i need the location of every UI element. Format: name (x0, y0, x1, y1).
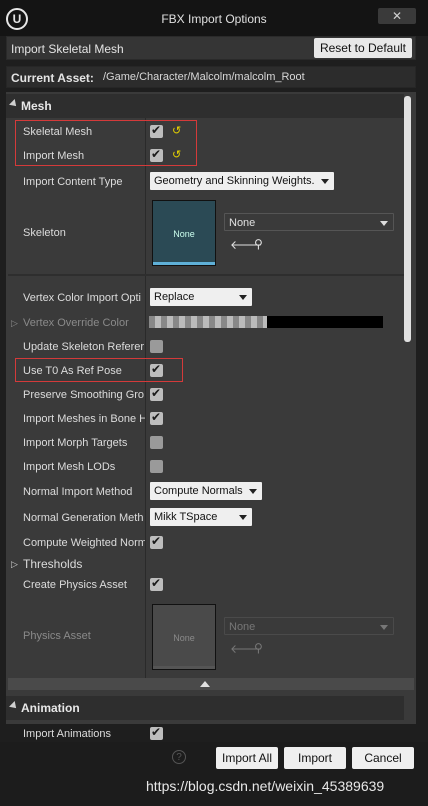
use-t0-checkbox[interactable] (150, 362, 163, 377)
skeletal-mesh-label: Skeletal Mesh (23, 126, 93, 138)
expand-arrow-icon[interactable]: ▷ (11, 559, 18, 570)
chevron-down-icon (239, 515, 247, 520)
import-mesh-label: Import Mesh (23, 150, 85, 162)
collapse-arrow-icon (9, 99, 19, 109)
reset-arrow-icon[interactable]: ↺ (172, 148, 181, 161)
window-title: FBX Import Options (161, 12, 267, 26)
import-meshes-bone-label: Import Meshes in Bone H (23, 413, 145, 425)
import-meshes-bone-checkbox[interactable] (150, 410, 163, 425)
current-asset-bar: Current Asset: /Game/Character/Malcolm/m… (6, 66, 416, 88)
import-mesh-checkbox[interactable] (150, 147, 163, 162)
import-animations-label: Import Animations (23, 728, 112, 740)
import-lods-label: Import Mesh LODs (23, 461, 116, 473)
current-asset-label: Current Asset: (11, 71, 94, 85)
reset-arrow-icon[interactable]: ↺ (172, 124, 181, 137)
chevron-down-icon (239, 295, 247, 300)
skeleton-thumbnail[interactable]: None (152, 200, 216, 266)
normal-import-value: Compute Normals (154, 485, 243, 497)
import-content-type-value: Geometry and Skinning Weights. (154, 175, 315, 187)
import-animations-checkbox[interactable] (150, 725, 163, 740)
help-icon[interactable]: ? (172, 750, 186, 764)
expand-up-icon (200, 681, 210, 687)
close-button[interactable]: ✕ (378, 8, 416, 24)
create-physics-checkbox[interactable] (150, 576, 163, 591)
group-divider (8, 274, 404, 276)
skeleton-label: Skeleton (23, 227, 66, 239)
vertex-color-import-label: Vertex Color Import Opti (23, 292, 141, 304)
import-content-type-label: Import Content Type (23, 176, 123, 188)
vertex-override-color-label: Vertex Override Color (23, 317, 129, 329)
chevron-down-icon (321, 179, 329, 184)
physics-asset-picker: None (224, 617, 394, 635)
skeleton-asset-value: None (229, 217, 256, 229)
section-mesh[interactable]: Mesh (6, 94, 404, 118)
compute-weighted-label: Compute Weighted Norm (23, 537, 145, 549)
skeletal-mesh-checkbox[interactable] (150, 123, 163, 138)
import-content-type-dropdown[interactable]: Geometry and Skinning Weights. (150, 172, 334, 190)
import-all-button[interactable]: Import All (216, 747, 278, 769)
skeleton-asset-picker[interactable]: None (224, 213, 394, 231)
color-swatch-alpha[interactable] (149, 316, 267, 328)
cancel-button[interactable]: Cancel (352, 747, 414, 769)
watermark-text: https://blog.csdn.net/weixin_45389639 (146, 778, 385, 794)
normal-generation-value: Mikk TSpace (154, 511, 218, 523)
normal-import-dropdown[interactable]: Compute Normals (150, 482, 262, 500)
color-swatch[interactable] (267, 316, 383, 328)
physics-asset-label: Physics Asset (23, 630, 91, 642)
vertex-color-import-value: Replace (154, 291, 195, 303)
advanced-expander[interactable] (8, 678, 414, 690)
create-physics-label: Create Physics Asset (23, 579, 127, 591)
normal-generation-label: Normal Generation Meth (23, 512, 144, 524)
physics-asset-thumbnail: None (152, 604, 216, 670)
column-divider[interactable] (145, 118, 146, 678)
current-asset-path: /Game/Character/Malcolm/malcolm_Root (103, 71, 305, 83)
use-t0-label: Use T0 As Ref Pose (23, 365, 122, 377)
chevron-down-icon (380, 221, 388, 226)
vertex-color-import-dropdown[interactable]: Replace (150, 288, 252, 306)
section-animation-title: Animation (21, 701, 80, 715)
expand-arrow-icon[interactable]: ▷ (11, 318, 18, 329)
normal-generation-dropdown[interactable]: Mikk TSpace (150, 508, 252, 526)
collapse-arrow-icon (9, 701, 19, 711)
physics-asset-value: None (229, 621, 256, 633)
compute-weighted-checkbox[interactable] (150, 534, 163, 549)
chevron-down-icon (249, 489, 257, 494)
normal-import-label: Normal Import Method (23, 486, 133, 498)
thresholds-label[interactable]: Thresholds (23, 557, 145, 571)
chevron-down-icon (380, 625, 388, 630)
import-morph-checkbox[interactable] (150, 436, 163, 449)
preserve-smoothing-label: Preserve Smoothing Gro (23, 389, 145, 401)
browse-search-icon: ⚲ (254, 641, 263, 655)
import-morph-label: Import Morph Targets (23, 437, 128, 449)
preserve-smoothing-checkbox[interactable] (150, 386, 163, 401)
section-mesh-title: Mesh (21, 99, 52, 113)
import-lods-checkbox[interactable] (150, 460, 163, 473)
browse-search-icon[interactable]: ⚲ (254, 237, 263, 251)
section-animation[interactable]: Animation (6, 696, 404, 720)
update-skeleton-checkbox[interactable] (150, 340, 163, 353)
update-skeleton-label: Update Skeleton Referer (23, 341, 145, 353)
scrollbar-thumb[interactable] (404, 96, 411, 342)
import-button[interactable]: Import (284, 747, 346, 769)
dialog-header-title: Import Skeletal Mesh (11, 42, 124, 56)
reset-to-default-button[interactable]: Reset to Default (314, 38, 412, 58)
